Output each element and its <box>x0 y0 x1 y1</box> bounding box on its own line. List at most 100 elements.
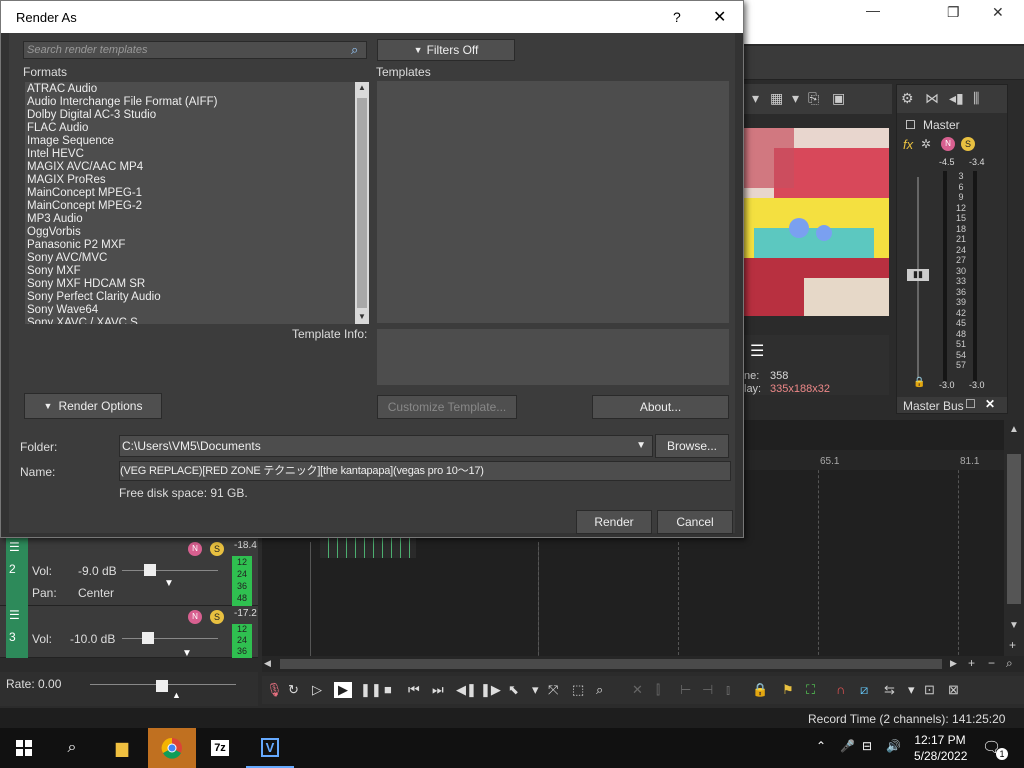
trim-end-icon[interactable]: ⊣ <box>702 682 713 698</box>
format-item[interactable]: Sony AVC/MVC <box>25 252 369 265</box>
microphone-icon[interactable]: 🎤 <box>840 739 855 753</box>
solo-icon[interactable]: S <box>210 610 224 624</box>
close-dialog-button[interactable]: ✕ <box>713 7 726 27</box>
gear-icon[interactable]: ⚙ <box>901 90 914 107</box>
vol-slider-handle[interactable] <box>142 632 154 644</box>
ignore-grouping-icon[interactable]: ⊠ <box>948 682 959 698</box>
format-item[interactable]: Audio Interchange File Format (AIFF) <box>25 96 369 109</box>
chevron-up-icon[interactable]: ⌃ <box>816 739 826 753</box>
browse-button[interactable]: Browse... <box>655 434 729 458</box>
7zip-icon[interactable]: 7z <box>196 728 244 768</box>
format-item[interactable]: MainConcept MPEG-1 <box>25 187 369 200</box>
go-to-start-icon[interactable]: ⏮ <box>408 682 420 698</box>
formats-scrollbar[interactable]: ▲ ▼ <box>355 82 369 324</box>
auto-crossfade-icon[interactable]: ⧄ <box>860 682 868 698</box>
solo-icon[interactable]: S <box>210 542 224 556</box>
format-item[interactable]: Sony XAVC / XAVC S <box>25 317 369 324</box>
dropdown-icon[interactable]: ▾ <box>752 90 759 107</box>
vegas-icon[interactable]: V <box>246 728 294 768</box>
search-icon[interactable]: ⌕ <box>351 42 358 58</box>
delete-icon[interactable]: ✕ <box>632 682 643 698</box>
scroll-down-icon[interactable]: ▼ <box>1009 620 1019 631</box>
selection-tool-icon[interactable]: ⬚ <box>572 682 584 698</box>
filters-button[interactable]: ▼ Filters Off <box>377 39 515 61</box>
master-bus-tab[interactable]: Master Bus ☐ ✕ <box>897 397 1007 413</box>
lock-icon[interactable]: 🔒 <box>913 377 925 388</box>
search-icon[interactable]: ⌕ <box>48 728 96 768</box>
render-button[interactable]: Render <box>576 510 652 534</box>
format-item[interactable]: MAGIX ProRes <box>25 174 369 187</box>
about-button[interactable]: About... <box>592 395 729 419</box>
format-item[interactable]: ATRAC Audio <box>25 83 369 96</box>
mute-icon[interactable]: N <box>188 610 202 624</box>
zoom-tool-icon[interactable]: ⌕ <box>596 682 603 698</box>
master-fader-handle[interactable]: ▮▮ <box>907 269 929 281</box>
split-icon[interactable]: ⫾ <box>726 682 730 698</box>
vertical-scrollbar[interactable]: ▲ ▼ + − <box>1004 420 1024 670</box>
scroll-right-icon[interactable]: ▶ <box>950 658 957 669</box>
mute-icon[interactable]: N <box>941 137 955 151</box>
next-frame-icon[interactable]: ❚▶ <box>480 682 501 698</box>
zoom-out-h-icon[interactable]: − <box>988 656 995 670</box>
horizontal-scrollbar[interactable]: ◀ ▶ + − ⌕ <box>262 656 1024 672</box>
network-icon[interactable]: ⊟ <box>862 739 872 753</box>
formats-list[interactable]: ATRAC Audio Audio Interchange File Format… <box>25 82 369 324</box>
zoom-in-h-icon[interactable]: + <box>968 656 975 670</box>
format-item[interactable]: Sony Wave64 <box>25 304 369 317</box>
vol-slider[interactable] <box>122 570 218 571</box>
normal-edit-tool-icon[interactable]: ⬉ <box>508 682 519 698</box>
snapping-icon[interactable]: ∩ <box>836 682 845 697</box>
pause-icon[interactable]: ❚❚ <box>360 682 382 698</box>
clock-date[interactable]: 5/28/2022 <box>914 749 967 763</box>
zoom-tool-icon[interactable]: ⌕ <box>1006 656 1013 671</box>
format-item[interactable]: Intel HEVC <box>25 148 369 161</box>
mixer-properties-icon[interactable]: ⫼ <box>973 90 979 107</box>
loop-icon[interactable]: ↻ <box>288 682 299 698</box>
h-scroll-thumb[interactable] <box>280 659 942 669</box>
copy-frame-icon[interactable]: ⎘ <box>808 90 819 107</box>
format-item[interactable]: Sony MXF <box>25 265 369 278</box>
customize-template-button[interactable]: Customize Template... <box>377 395 517 419</box>
close-panel-icon[interactable]: ✕ <box>985 397 995 411</box>
solo-icon[interactable]: S <box>961 137 975 151</box>
scroll-thumb[interactable] <box>1007 454 1021 604</box>
format-item[interactable]: OggVorbis <box>25 226 369 239</box>
format-item[interactable]: FLAC Audio <box>25 122 369 135</box>
format-item[interactable]: MainConcept MPEG-2 <box>25 200 369 213</box>
chevron-down-icon[interactable]: ▼ <box>636 436 646 456</box>
help-button[interactable]: ? <box>673 9 681 25</box>
lock-envelopes-icon[interactable]: ⊡ <box>924 682 935 698</box>
rate-slider-handle[interactable] <box>156 680 168 692</box>
envelope-tool-icon[interactable]: ⤧ <box>548 682 558 698</box>
checkbox-icon[interactable]: ☐ <box>905 118 916 132</box>
marker-icon[interactable]: ⚑ <box>782 682 794 698</box>
render-options-button[interactable]: ▼ Render Options <box>24 393 162 419</box>
prev-frame-icon[interactable]: ◀❚ <box>456 682 477 698</box>
record-icon[interactable]: 🎙 <box>266 682 283 698</box>
audio-event[interactable] <box>320 538 416 558</box>
pan-handle[interactable]: ▼ <box>164 578 174 589</box>
dropdown-icon[interactable]: ▾ <box>532 682 539 698</box>
scroll-down-icon[interactable]: ▼ <box>358 312 366 321</box>
scroll-up-icon[interactable]: ▲ <box>358 83 366 92</box>
format-item[interactable]: MP3 Audio <box>25 213 369 226</box>
search-templates-input[interactable]: Search render templates <box>23 41 367 59</box>
downmix-icon[interactable]: ◂▮ <box>949 90 964 107</box>
scroll-left-icon[interactable]: ◀ <box>264 658 271 669</box>
cancel-button[interactable]: Cancel <box>657 510 733 534</box>
folder-select[interactable]: C:\Users\VM5\Documents ▼ <box>119 435 653 457</box>
region-icon[interactable]: ⛶ <box>806 682 815 698</box>
volume-icon[interactable]: 🔊 <box>886 739 901 753</box>
go-to-end-icon[interactable]: ⏭ <box>432 682 444 698</box>
format-item[interactable]: MAGIX AVC/AAC MP4 <box>25 161 369 174</box>
vol-slider[interactable] <box>122 638 218 639</box>
format-item[interactable]: Sony Perfect Clarity Audio <box>25 291 369 304</box>
insert-bus-icon[interactable]: ⋈ <box>925 90 939 107</box>
format-item[interactable]: Sony MXF HDCAM SR <box>25 278 369 291</box>
file-name-input[interactable]: (VEG REPLACE)[RED ZONE テクニック][the kantap… <box>119 461 731 481</box>
lock-event-icon[interactable]: 🔒 <box>752 682 768 698</box>
windows-start-icon[interactable] <box>0 728 48 768</box>
track-header-2[interactable]: ☰ 2 N S -18.4 Vol: -9.0 dB Pan: Center ▼… <box>0 538 258 606</box>
menu-icon[interactable]: ☰ <box>9 608 20 622</box>
zoom-in-icon[interactable]: + <box>1009 638 1016 652</box>
